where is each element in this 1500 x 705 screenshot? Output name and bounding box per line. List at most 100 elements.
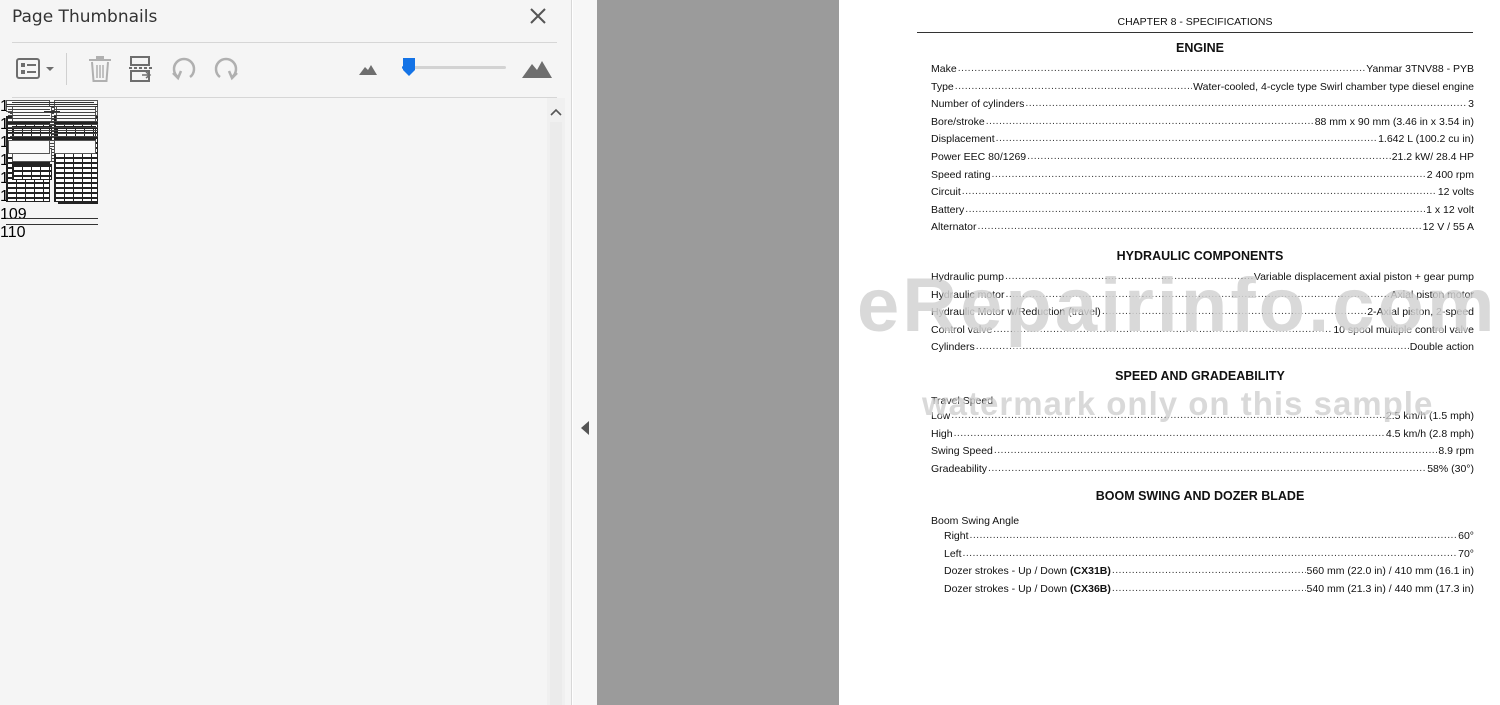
panel-splitter[interactable]	[573, 0, 597, 705]
spec-value: 4.5 km/h (2.8 mph)	[1385, 427, 1474, 440]
thumbnail-grid: 103104105106107108109110	[0, 98, 548, 705]
spec-label: Type	[931, 80, 954, 93]
thumbnail-options-icon	[16, 58, 54, 79]
spec-label: Gradeability	[931, 462, 988, 475]
spec-row: Alternator 12 V / 55 A	[931, 219, 1474, 233]
spec-value: 2.5 km/h (1.5 mph)	[1385, 410, 1474, 422]
thumbnail-content	[54, 140, 96, 154]
spec-label: Number of cylinders	[931, 98, 1025, 111]
spec-value: Axial piston motor	[1390, 288, 1474, 301]
dot-leader	[1112, 582, 1306, 595]
thumbnail-content	[8, 106, 50, 136]
dot-leader	[976, 340, 1409, 353]
trash-icon	[89, 56, 111, 82]
dot-leader	[1102, 305, 1366, 318]
spec-label: Right	[944, 530, 969, 542]
subheading: Travel Speed	[931, 395, 994, 407]
zoom-out-button[interactable]	[357, 52, 379, 86]
collapse-panel-button[interactable]	[578, 418, 592, 438]
thumbnail-scrollbar[interactable]	[547, 98, 565, 705]
chapter-header: CHAPTER 8 - SPECIFICATIONS	[1117, 16, 1273, 28]
spec-label: Circuit	[931, 186, 961, 199]
spec-label: Dozer strokes - Up / Down (CX36B)	[944, 582, 1111, 595]
zoom-slider-track[interactable]	[402, 66, 506, 69]
spec-label: Displacement	[931, 133, 995, 146]
divider	[12, 42, 557, 43]
spec-row: Gradeability 58% (30°)	[931, 461, 1474, 475]
subheading: Boom Swing Angle	[931, 515, 1020, 527]
spec-value: 10 spool multiple control valve	[1333, 323, 1474, 336]
spec-label: Low	[931, 410, 951, 422]
spec-row: Swing Speed 8.9 rpm	[931, 443, 1474, 457]
close-panel-button[interactable]	[526, 5, 550, 27]
spec-label: Dozer strokes - Up / Down (CX31B)	[944, 565, 1111, 578]
section-title: BOOM SWING AND DOZER BLADE	[1095, 489, 1305, 503]
spec-row: Displacement 1.642 L (100.2 cu in)	[931, 131, 1474, 145]
spec-row: Circuit 12 volts	[931, 184, 1474, 198]
spec-row: Number of cylinders 3	[931, 96, 1474, 110]
dot-leader	[1006, 288, 1390, 301]
dot-leader	[993, 323, 1332, 336]
spec-value: 540 mm (21.3 in) / 440 mm (17.3 in)	[1306, 582, 1474, 595]
dot-leader	[951, 409, 1385, 422]
spec-value: 58% (30°)	[1427, 462, 1474, 475]
scroll-up-button[interactable]	[547, 104, 565, 118]
triangle-left-icon	[581, 421, 589, 435]
dot-leader	[992, 168, 1426, 181]
spec-label: Hydraulic pump	[931, 271, 1004, 283]
spec-label: Hydraulic motor	[931, 288, 1005, 301]
scroll-track[interactable]	[550, 122, 562, 705]
thumbnail-content	[30, 102, 76, 103]
dot-leader	[1027, 150, 1391, 163]
spec-label: High	[931, 427, 953, 440]
close-icon	[530, 8, 546, 24]
delete-pages-button[interactable]	[86, 52, 114, 86]
rotate-clockwise-icon	[214, 57, 238, 81]
spec-label: Swing Speed	[931, 445, 993, 458]
toolbar-divider	[66, 53, 67, 85]
spec-value: Yanmar 3TNV88 - PYB	[1366, 63, 1474, 75]
thumbnail-content	[6, 224, 98, 225]
spec-label: Left	[944, 547, 962, 560]
spec-row: Make Yanmar 3TNV88 - PYB	[931, 61, 1474, 75]
spec-row: Hydraulic motor Axial piston motor	[931, 287, 1474, 301]
spec-value: 8.9 rpm	[1438, 445, 1474, 458]
zoom-slider-handle[interactable]	[403, 58, 416, 76]
zoom-in-button[interactable]	[520, 52, 554, 86]
spec-label: Hydraulic Motor w/Reduction (travel)	[931, 306, 1101, 319]
spec-label: Bore/stroke	[931, 115, 985, 128]
spec-row: Dozer strokes - Up / Down (CX31B) 560 mm …	[944, 563, 1474, 577]
thumbnail-options-button[interactable]	[12, 52, 58, 86]
model-code: (CX31B)	[1070, 565, 1111, 578]
thumbnail-content	[54, 106, 96, 136]
thumbnails-panel: Page Thumbnails 109 110	[0, 0, 572, 705]
dot-leader	[1025, 97, 1467, 110]
insert-pages-icon	[129, 56, 153, 82]
rotate-clockwise-button[interactable]	[211, 52, 241, 86]
spec-value: 12 V / 55 A	[1422, 221, 1474, 234]
dot-leader	[996, 132, 1377, 145]
insert-pages-button[interactable]	[127, 52, 155, 86]
spec-value: 88 mm x 90 mm (3.46 in x 3.54 in)	[1314, 115, 1474, 128]
spec-row: Control valve 10 spool multiple control v…	[931, 322, 1474, 336]
dot-leader	[962, 185, 1437, 198]
spec-row: Hydraulic pump Variable displacement axia…	[931, 269, 1474, 283]
dot-leader	[1112, 564, 1306, 577]
model-code: (CX36B)	[1070, 582, 1111, 595]
section-title: SPEED AND GRADEABILITY	[1115, 369, 1285, 383]
page-number-label: 109	[0, 206, 27, 223]
spec-value: Water-cooled, 4-cycle type Swirl chamber…	[1193, 80, 1474, 93]
dot-leader	[954, 427, 1385, 440]
thumbnail-content	[6, 104, 98, 105]
spec-row: High 4.5 km/h (2.8 mph)	[931, 426, 1474, 440]
spec-value: Double action	[1409, 341, 1474, 354]
spec-value: 2-Axial piston, 2-speed	[1367, 306, 1474, 319]
spec-value: 2 400 rpm	[1426, 168, 1474, 181]
header-rule	[917, 32, 1473, 33]
spec-value: 560 mm (22.0 in) / 410 mm (16.1 in)	[1306, 565, 1474, 578]
spec-value: 1 x 12 volt	[1426, 203, 1474, 216]
dot-leader	[970, 529, 1458, 542]
dot-leader	[1005, 270, 1253, 283]
small-mountains-icon	[359, 65, 377, 75]
rotate-counterclockwise-button[interactable]	[169, 52, 199, 86]
